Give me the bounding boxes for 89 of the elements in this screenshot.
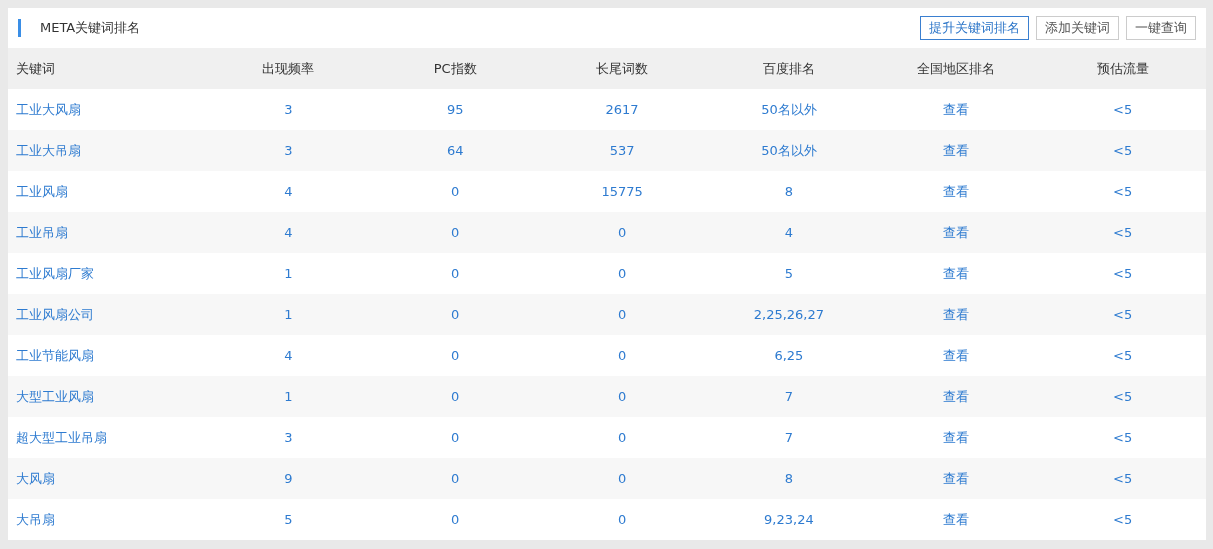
table-cell: 3: [284, 143, 293, 158]
keyword-link[interactable]: 超大型工业吊扇: [16, 429, 107, 445]
table-cell: <5: [1113, 471, 1133, 486]
table-cell: <5: [1113, 389, 1133, 404]
table-cell: 1: [284, 389, 293, 404]
table-cell: 4: [284, 184, 293, 199]
table-cell: <5: [1113, 512, 1133, 527]
table-cell: 0: [451, 266, 460, 281]
view-link[interactable]: 查看: [942, 511, 969, 527]
table-cell: <5: [1113, 430, 1133, 445]
table-cell: 8: [784, 184, 794, 199]
column-header: 长尾词数: [595, 59, 650, 78]
table-cell: 0: [617, 266, 627, 281]
view-link[interactable]: 查看: [942, 101, 969, 117]
keyword-link[interactable]: 大吊扇: [16, 511, 55, 527]
table-cell: 2,25,26,27: [753, 307, 825, 322]
column-header: 预估流量: [1095, 59, 1150, 78]
table-cell: 0: [451, 225, 460, 240]
toolbar-button[interactable]: 添加关键词: [1036, 16, 1119, 40]
view-link[interactable]: 查看: [942, 306, 969, 322]
table-cell: 3: [284, 102, 293, 117]
toolbar-button[interactable]: 一键查询: [1126, 16, 1196, 40]
title-accent-bar: [18, 19, 21, 37]
table-cell: 4: [784, 225, 794, 240]
table-cell: 4: [284, 225, 293, 240]
table-cell: 95: [446, 102, 464, 117]
table-cell: 0: [617, 430, 627, 445]
column-header: 百度排名: [761, 59, 816, 78]
column-header: 关键词: [15, 59, 56, 78]
column-header: 全国地区排名: [915, 59, 996, 78]
keyword-link[interactable]: 工业吊扇: [16, 224, 68, 240]
table-cell: 5: [284, 512, 293, 527]
table-cell: 50名以外: [761, 101, 817, 117]
keyword-link[interactable]: 工业大风扇: [16, 101, 81, 117]
view-link[interactable]: 查看: [942, 470, 969, 486]
view-link[interactable]: 查看: [942, 142, 969, 158]
table-cell: <5: [1113, 225, 1133, 240]
table-cell: 0: [617, 512, 627, 527]
table-cell: 6,25: [774, 348, 804, 363]
table-cell: 1: [284, 266, 293, 281]
table-cell: 64: [446, 143, 464, 158]
keyword-link[interactable]: 工业风扇公司: [16, 306, 94, 322]
table-cell: 9,23,24: [764, 512, 814, 527]
table-cell: 1: [284, 307, 293, 322]
table-cell: 50名以外: [761, 142, 817, 158]
table-cell: 4: [284, 348, 293, 363]
view-link[interactable]: 查看: [942, 224, 969, 240]
table-cell: 0: [451, 389, 460, 404]
keyword-link[interactable]: 工业风扇厂家: [16, 265, 94, 281]
panel-title: META关键词排名: [40, 19, 141, 37]
table-cell: 8: [784, 471, 794, 486]
table-cell: <5: [1113, 102, 1133, 117]
table-cell: 2617: [605, 102, 639, 117]
table-cell: <5: [1113, 184, 1133, 199]
table-cell: <5: [1113, 266, 1133, 281]
table-cell: <5: [1113, 348, 1133, 363]
table-cell: 7: [784, 389, 794, 404]
table-cell: 9: [284, 471, 293, 486]
table-cell: <5: [1113, 143, 1133, 158]
column-header: PC指数: [432, 59, 478, 78]
table-cell: 0: [451, 430, 460, 445]
table-cell: 0: [617, 348, 627, 363]
view-link[interactable]: 查看: [942, 347, 969, 363]
table-cell: <5: [1113, 307, 1133, 322]
table-cell: 0: [617, 471, 627, 486]
toolbar-button[interactable]: 提升关键词排名: [920, 16, 1029, 40]
keyword-link[interactable]: 大型工业风扇: [16, 388, 94, 404]
table-cell: 0: [451, 184, 460, 199]
table-cell: 0: [451, 471, 460, 486]
table-cell: 3: [284, 430, 293, 445]
keyword-link[interactable]: 工业节能风扇: [16, 347, 94, 363]
table-cell: 537: [609, 143, 635, 158]
view-link[interactable]: 查看: [942, 429, 969, 445]
table-cell: 5: [784, 266, 794, 281]
column-header: 出现频率: [261, 59, 316, 78]
table-cell: 15775: [601, 184, 643, 199]
view-link[interactable]: 查看: [942, 388, 969, 404]
keyword-link[interactable]: 工业大吊扇: [16, 142, 81, 158]
table-cell: 0: [617, 307, 627, 322]
table-cell: 0: [617, 225, 627, 240]
table-cell: 0: [451, 348, 460, 363]
table-cell: 0: [451, 307, 460, 322]
table-cell: 7: [784, 430, 794, 445]
keyword-link[interactable]: 工业风扇: [16, 183, 68, 199]
view-link[interactable]: 查看: [942, 183, 969, 199]
view-link[interactable]: 查看: [942, 265, 969, 281]
keyword-link[interactable]: 大风扇: [16, 470, 55, 486]
table-cell: 0: [451, 512, 460, 527]
table-cell: 0: [617, 389, 627, 404]
